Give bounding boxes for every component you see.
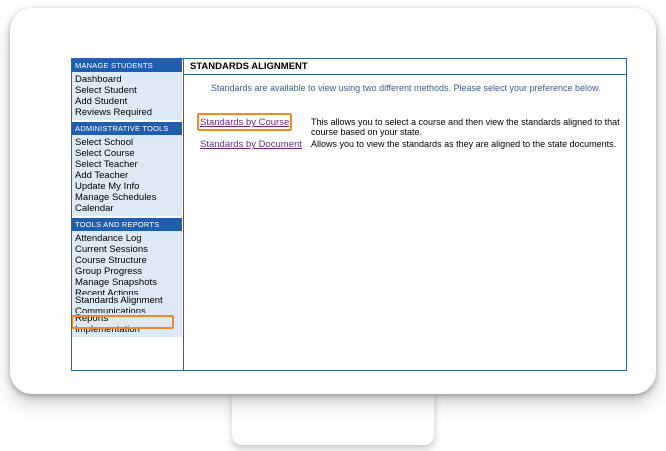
option-description: Allows you to view the standards as they…: [311, 139, 617, 149]
option-row-by-course: Standards by Course This allows you to s…: [184, 113, 626, 139]
option-row-by-document: Standards by Document Allows you to view…: [184, 139, 626, 161]
nav-list: Select School Select Course Select Teach…: [72, 135, 182, 216]
monitor-stand: [232, 394, 434, 445]
section-header-manage-students: MANAGE STUDENTS: [72, 59, 182, 72]
nav-list: Dashboard Select Student Add Student Rev…: [72, 72, 182, 120]
sidebar-item-update-my-info[interactable]: Update My Info: [75, 181, 182, 192]
sidebar-item-reviews-required[interactable]: Reviews Required: [75, 107, 182, 118]
main-content: STANDARDS ALIGNMENT Standards are availa…: [183, 59, 626, 370]
sidebar-item-manage-schedules[interactable]: Manage Schedules: [75, 192, 182, 203]
page-title: STANDARDS ALIGNMENT: [184, 59, 626, 75]
sidebar-item-course-structure[interactable]: Course Structure: [75, 255, 182, 266]
sidebar-item-calendar[interactable]: Calendar: [75, 203, 182, 214]
monitor-frame: MANAGE STUDENTS Dashboard Select Student…: [10, 8, 656, 394]
sidebar-item-dashboard[interactable]: Dashboard: [75, 74, 182, 85]
sidebar-item-select-school[interactable]: Select School: [75, 137, 182, 148]
nav-list: Attendance Log Current Sessions Course S…: [72, 231, 182, 337]
sidebar-item-select-student[interactable]: Select Student: [75, 85, 182, 96]
sidebar-item-group-progress[interactable]: Group Progress: [75, 266, 182, 277]
app-screen: MANAGE STUDENTS Dashboard Select Student…: [71, 58, 627, 371]
sidebar-section-administrative-tools: ADMINISTRATIVE TOOLS Select School Selec…: [72, 122, 182, 218]
section-header-administrative-tools: ADMINISTRATIVE TOOLS: [72, 122, 182, 135]
sidebar-item-select-teacher[interactable]: Select Teacher: [75, 159, 182, 170]
sidebar-item-select-course[interactable]: Select Course: [75, 148, 182, 159]
sidebar-item-implementation[interactable]: Implementation: [75, 324, 182, 335]
options-list: Standards by Course This allows you to s…: [184, 113, 626, 161]
sidebar-item-manage-snapshots[interactable]: Manage Snapshots: [75, 277, 182, 288]
sidebar-item-communications[interactable]: Communications: [75, 306, 182, 313]
sidebar-item-add-teacher[interactable]: Add Teacher: [75, 170, 182, 181]
intro-text: Standards are available to view using tw…: [211, 83, 601, 93]
option-description: This allows you to select a course and t…: [311, 117, 620, 137]
sidebar-item-current-sessions[interactable]: Current Sessions: [75, 244, 182, 255]
presentation-stage: MANAGE STUDENTS Dashboard Select Student…: [0, 0, 666, 451]
sidebar-item-standards-alignment[interactable]: Standards Alignment: [75, 295, 182, 306]
sidebar-item-reports[interactable]: Reports: [75, 313, 182, 324]
standards-by-document-link[interactable]: Standards by Document: [200, 139, 302, 150]
sidebar-section-manage-students: MANAGE STUDENTS Dashboard Select Student…: [72, 59, 182, 122]
sidebar-item-attendance-log[interactable]: Attendance Log: [75, 233, 182, 244]
sidebar-section-tools-and-reports: TOOLS AND REPORTS Attendance Log Current…: [72, 218, 182, 339]
section-header-tools-and-reports: TOOLS AND REPORTS: [72, 218, 182, 231]
sidebar-nav: MANAGE STUDENTS Dashboard Select Student…: [72, 59, 182, 370]
standards-by-course-link[interactable]: Standards by Course: [200, 117, 289, 128]
sidebar-item-add-student[interactable]: Add Student: [75, 96, 182, 107]
sidebar-item-recent-actions[interactable]: Recent Actions: [75, 288, 182, 295]
